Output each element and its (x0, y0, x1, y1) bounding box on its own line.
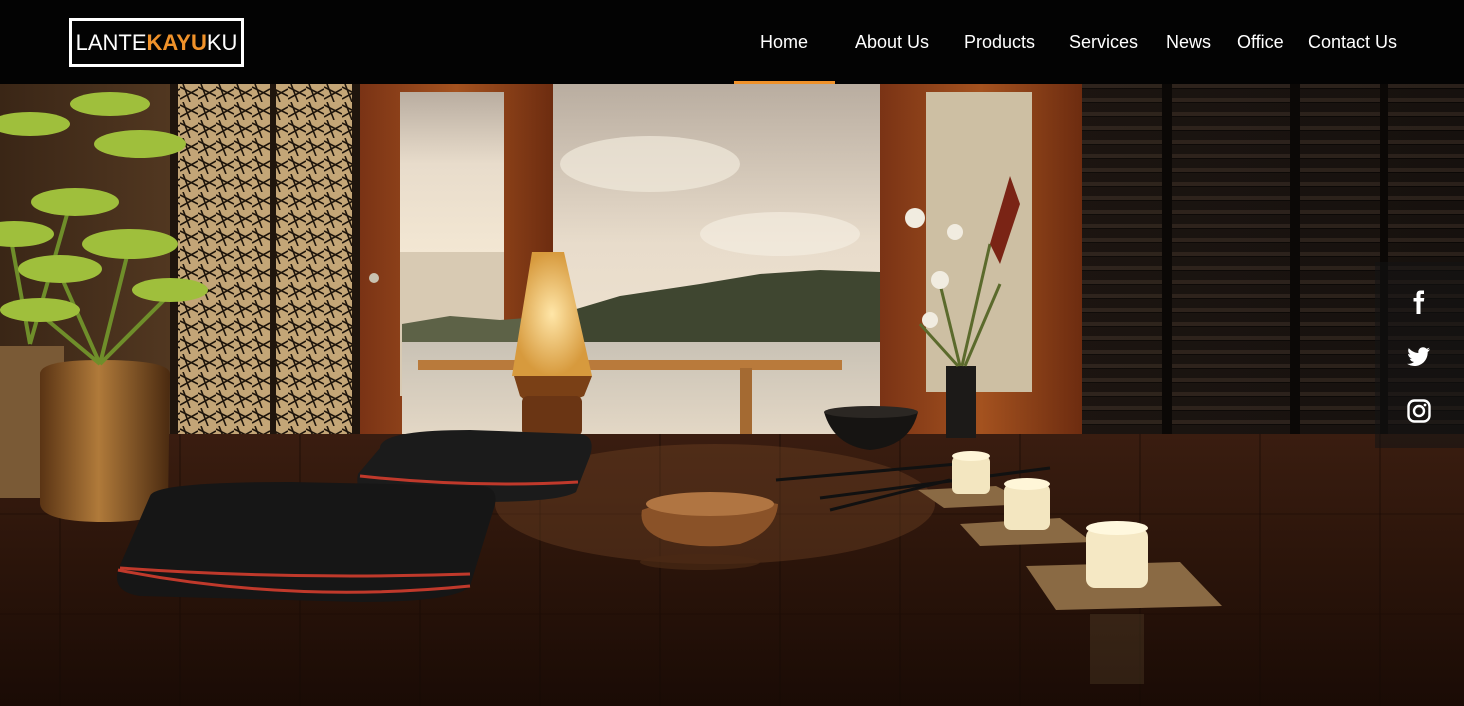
social-sidebar (1375, 262, 1464, 448)
logo-text-kayu: KAYU (146, 29, 207, 55)
instagram-icon[interactable] (1407, 399, 1431, 423)
twitter-icon[interactable] (1407, 344, 1431, 368)
nav-products[interactable]: Products (964, 30, 1035, 54)
site-logo[interactable]: LANTE KAYU KU (69, 18, 244, 67)
logo-text-lante: LANTE (75, 29, 147, 55)
nav-home[interactable]: Home (760, 30, 808, 54)
nav-contact-us[interactable]: Contact Us (1308, 30, 1397, 54)
nav-about-us[interactable]: About Us (855, 30, 929, 54)
facebook-icon[interactable] (1407, 290, 1431, 314)
active-nav-indicator (734, 81, 835, 84)
nav-services[interactable]: Services (1069, 30, 1138, 54)
nav-office[interactable]: Office (1237, 30, 1284, 54)
hero-image (0, 84, 1464, 706)
zen-room-illustration (0, 84, 1464, 706)
nav-news[interactable]: News (1166, 30, 1211, 54)
logo-text-ku: KU (206, 29, 238, 55)
top-navbar: LANTE KAYU KU Home About Us Products Servi… (0, 0, 1464, 84)
